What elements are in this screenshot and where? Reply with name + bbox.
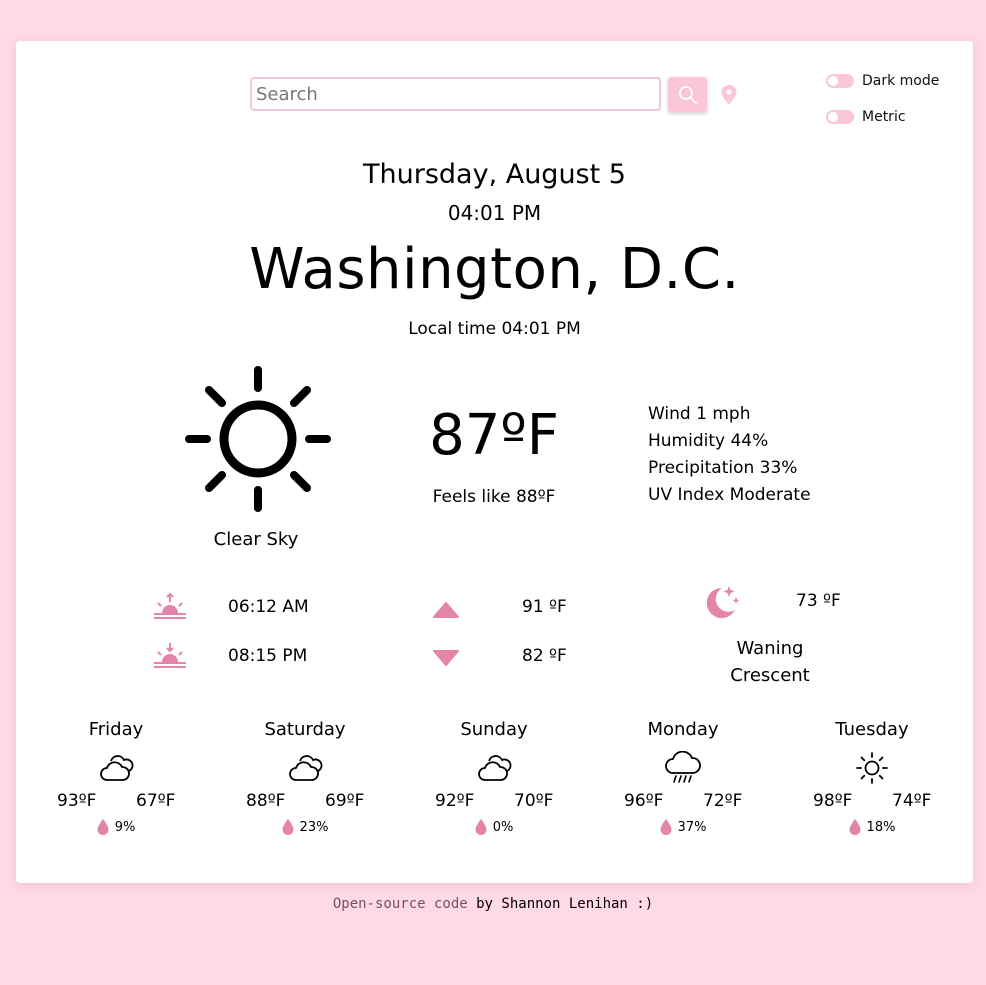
sunset-time: 08:15 PM <box>228 646 308 666</box>
forecast-low: 74ºF <box>892 791 932 811</box>
partly-cloudy-icon <box>100 755 134 781</box>
raindrop-icon <box>849 819 861 835</box>
forecast-precip: 37% <box>677 819 707 835</box>
low-temp: 82 ºF <box>522 646 567 666</box>
forecast-day: Sunday 92ºF 70ºF 0% <box>399 719 589 835</box>
forecast-list: Friday 93ºF 67ºF 9% Saturday 88ºF 69ºF 2… <box>16 719 973 849</box>
forecast-high: 96ºF <box>624 791 664 811</box>
sun-icon <box>856 752 888 784</box>
moon-temp: 73 ºF <box>796 591 841 611</box>
forecast-day-name: Tuesday <box>835 719 909 740</box>
current-time: 04:01 PM <box>447 201 542 225</box>
raindrop-icon <box>660 819 672 835</box>
metric-label: Metric <box>862 109 906 125</box>
moon-stars-icon <box>706 586 740 618</box>
search-icon <box>678 85 697 104</box>
arrow-down-icon <box>433 650 459 666</box>
sunrise-time: 06:12 AM <box>228 597 309 617</box>
forecast-day-name: Saturday <box>264 719 346 740</box>
city-name: Washington, D.C. <box>249 237 740 302</box>
humidity-detail: Humidity 44% <box>648 431 769 451</box>
forecast-day: Monday 96ºF 72ºF 37% <box>588 719 778 835</box>
forecast-precip: 0% <box>492 819 514 835</box>
moon-phase-line2: Crescent <box>730 665 810 686</box>
weather-details: Wind 1 mph Humidity 44% Precipitation 33… <box>648 401 811 509</box>
location-pin-icon[interactable] <box>721 85 737 105</box>
forecast-low: 72ºF <box>703 791 743 811</box>
partly-cloudy-icon <box>289 755 323 781</box>
forecast-day: Saturday 88ºF 69ºF 23% <box>210 719 400 835</box>
dark-mode-switch[interactable] <box>826 74 854 88</box>
feels-like: Feels like 88ºF <box>432 487 556 507</box>
forecast-day: Friday 93ºF 67ºF 9% <box>21 719 211 835</box>
dark-mode-toggle[interactable]: Dark mode <box>826 71 939 91</box>
forecast-day-name: Friday <box>88 719 144 740</box>
raindrop-icon <box>475 819 487 835</box>
raindrop-icon <box>97 819 109 835</box>
forecast-high: 98ºF <box>813 791 853 811</box>
local-time: Local time 04:01 PM <box>408 319 581 339</box>
sunrise-icon <box>154 593 186 619</box>
wind-detail: Wind 1 mph <box>648 404 751 424</box>
moon-phase: Waning Crescent <box>700 635 840 689</box>
current-date: Thursday, August 5 <box>363 159 626 190</box>
moon-phase-line1: Waning <box>736 638 804 659</box>
uv-index-detail: UV Index Moderate <box>648 485 811 505</box>
condition-text: Clear Sky <box>213 529 299 550</box>
forecast-precip: 23% <box>299 819 329 835</box>
forecast-day-name: Monday <box>647 719 719 740</box>
forecast-high: 93ºF <box>57 791 97 811</box>
forecast-low: 69ºF <box>325 791 365 811</box>
forecast-high: 92ºF <box>435 791 475 811</box>
search-button[interactable] <box>668 77 707 112</box>
footer-credit: by Shannon Lenihan :) <box>467 896 654 912</box>
search-input[interactable] <box>250 77 661 111</box>
settings-toggles: Dark mode Metric <box>826 71 939 143</box>
footer: Open-source code by Shannon Lenihan :) <box>0 896 986 912</box>
source-code-link[interactable]: Open-source code <box>333 896 468 912</box>
sun-icon <box>185 366 331 512</box>
dark-mode-label: Dark mode <box>862 73 940 89</box>
high-temp: 91 ºF <box>522 597 567 617</box>
metric-toggle[interactable]: Metric <box>826 107 939 127</box>
sunset-icon <box>154 643 186 668</box>
forecast-low: 70ºF <box>514 791 554 811</box>
metric-switch[interactable] <box>826 110 854 124</box>
forecast-low: 67ºF <box>136 791 176 811</box>
forecast-high: 88ºF <box>246 791 286 811</box>
forecast-precip: 18% <box>866 819 896 835</box>
raindrop-icon <box>282 819 294 835</box>
forecast-day: Tuesday 98ºF 74ºF 18% <box>777 719 967 835</box>
forecast-precip: 9% <box>114 819 136 835</box>
arrow-up-icon <box>433 602 459 618</box>
weather-card: Dark mode Metric Thursday, August 5 04:0… <box>16 41 973 883</box>
rain-cloud-icon <box>665 751 701 783</box>
partly-cloudy-icon <box>478 755 512 781</box>
precipitation-detail: Precipitation 33% <box>648 458 798 478</box>
current-temperature: 87ºF <box>429 403 559 468</box>
forecast-day-name: Sunday <box>460 719 528 740</box>
